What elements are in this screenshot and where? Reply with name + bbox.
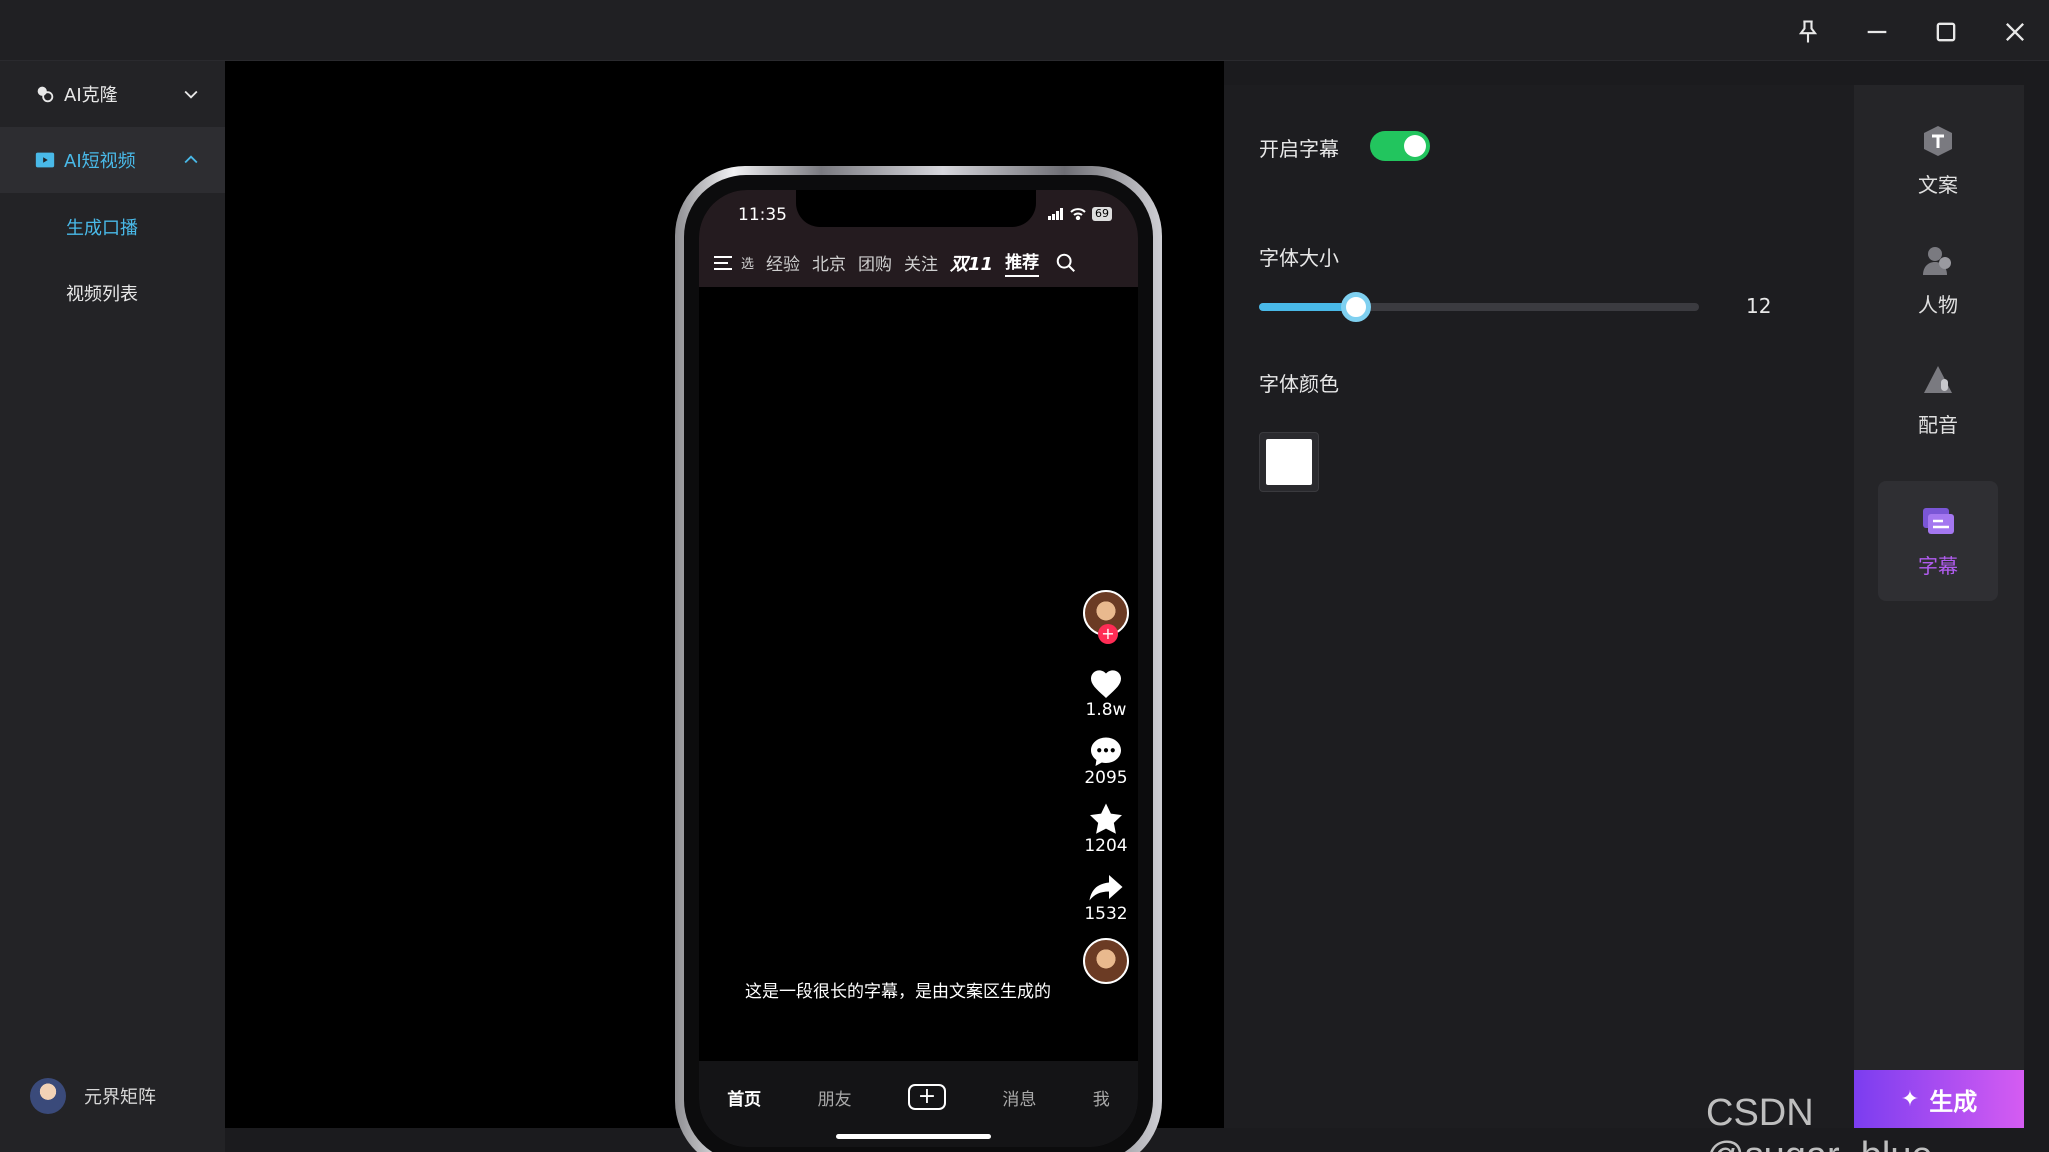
nav-item-generate-speech[interactable]: 生成口播 [66, 214, 138, 240]
tool-subtitle[interactable]: 字幕 [1878, 481, 1998, 601]
phone-screen: 11:35 69 选 经验 北京 团购 关注 双11 推荐 + 1.8w 209… [699, 190, 1138, 1147]
top-tab[interactable]: 双11 [950, 250, 993, 276]
top-tab[interactable]: 经验 [766, 250, 800, 275]
font-color-picker[interactable] [1259, 432, 1319, 492]
font-size-value: 12 [1746, 294, 1772, 318]
maximize-icon[interactable] [1924, 10, 1968, 54]
share-count: 1532 [1084, 904, 1128, 924]
user-profile[interactable]: 元界矩阵 [30, 1078, 156, 1114]
preview-stage: 11:35 69 选 经验 北京 团购 关注 双11 推荐 + 1.8w 209… [225, 61, 1224, 1152]
chevron-up-icon[interactable] [181, 150, 201, 170]
nav-item-video-list[interactable]: 视频列表 [66, 280, 138, 306]
comment-icon [1090, 737, 1121, 766]
top-tab-selected[interactable]: 推荐 [1005, 248, 1040, 277]
signal-icon [1048, 208, 1063, 220]
user-name: 元界矩阵 [84, 1087, 156, 1108]
enable-subtitle-toggle[interactable] [1370, 131, 1430, 161]
top-tab[interactable]: 北京 [812, 250, 846, 275]
nav-group-label: AI克隆 [64, 85, 118, 106]
title-bar [0, 0, 2049, 61]
video-icon [35, 152, 55, 168]
tool-label: 文案 [1918, 172, 1958, 197]
bottom-nav-friends[interactable]: 朋友 [818, 1085, 852, 1110]
tool-voice[interactable]: 配音 [1878, 340, 1998, 460]
music-disc[interactable] [1083, 938, 1129, 984]
comment-button[interactable]: 2095 [1084, 734, 1128, 788]
bottom-nav-home[interactable]: 首页 [727, 1085, 761, 1110]
subtitle-icon [1923, 507, 1954, 534]
heart-icon [1090, 670, 1121, 698]
favorite-button[interactable]: 1204 [1084, 802, 1128, 856]
menu-icon[interactable] [713, 255, 733, 271]
battery-level: 69 [1092, 207, 1112, 221]
close-icon[interactable] [1993, 10, 2037, 54]
top-tab[interactable]: 团购 [858, 250, 892, 275]
chevron-down-icon[interactable] [181, 84, 201, 104]
status-time: 11:35 [738, 205, 787, 225]
phone-top-tabs: 选 经验 北京 团购 关注 双11 推荐 [713, 248, 1113, 277]
watermark: CSDN @sugar_blue [1706, 1092, 1933, 1152]
tool-rail: 文案 人物 配音 字幕 [1854, 85, 2024, 1070]
voice-icon [1924, 365, 1952, 393]
font-color-label: 字体颜色 [1259, 372, 1339, 396]
create-plus-icon[interactable]: + [907, 1084, 946, 1110]
nav-group-ai-short-video[interactable]: AI短视频 [0, 127, 225, 193]
clone-icon [37, 86, 54, 103]
search-icon[interactable] [1055, 252, 1077, 274]
bottom-nav-messages[interactable]: 消息 [1002, 1085, 1036, 1110]
comment-count: 2095 [1084, 768, 1128, 788]
phone-frame: 11:35 69 选 经验 北京 团购 关注 双11 推荐 + 1.8w 209… [675, 166, 1162, 1152]
top-tab[interactable]: 选 [741, 253, 754, 272]
interaction-rail: + 1.8w 2095 1204 1532 [1078, 590, 1134, 998]
tool-label: 配音 [1918, 412, 1958, 437]
bottom-nav-me[interactable]: 我 [1093, 1085, 1110, 1110]
person-icon [1923, 246, 1951, 275]
font-color-swatch [1266, 439, 1312, 485]
copywriting-icon [1924, 125, 1952, 156]
status-icons: 69 [1048, 207, 1112, 221]
nav-group-ai-clone[interactable]: AI克隆 [0, 61, 225, 127]
phone-top-bar: 11:35 69 选 经验 北京 团购 关注 双11 推荐 [699, 190, 1138, 287]
creator-avatar[interactable]: + [1083, 590, 1129, 644]
tool-label: 字幕 [1918, 553, 1958, 578]
tool-label: 人物 [1918, 292, 1958, 317]
avatar [30, 1078, 66, 1114]
subtitle-caption: 这是一段很长的字幕，是由文案区生成的 [745, 982, 1051, 1002]
tool-person[interactable]: 人物 [1878, 220, 1998, 340]
font-size-label: 字体大小 [1259, 246, 1339, 270]
like-button[interactable]: 1.8w [1085, 666, 1127, 720]
home-indicator [836, 1134, 991, 1139]
wifi-icon [1070, 208, 1086, 220]
phone-notch [796, 190, 1036, 227]
slider-thumb[interactable] [1340, 292, 1371, 322]
favorite-count: 1204 [1084, 836, 1128, 856]
like-count: 1.8w [1085, 700, 1127, 720]
share-button[interactable]: 1532 [1084, 870, 1128, 924]
font-size-slider[interactable] [1259, 292, 1699, 322]
sidebar: AI克隆 AI短视频 生成口播 视频列表 元界矩阵 [0, 61, 225, 1152]
minimize-icon[interactable] [1855, 10, 1899, 54]
follow-plus-icon[interactable]: + [1098, 624, 1118, 644]
pin-icon[interactable] [1786, 10, 1830, 54]
subtitle-settings-panel: 开启字幕 字体大小 12 字体颜色 [1224, 85, 1854, 1128]
nav-group-label: AI短视频 [64, 151, 136, 172]
enable-subtitle-label: 开启字幕 [1259, 137, 1339, 161]
tool-copywriting[interactable]: 文案 [1878, 100, 1998, 220]
star-icon [1090, 803, 1122, 834]
top-tab[interactable]: 关注 [904, 250, 938, 275]
share-icon [1089, 875, 1123, 901]
